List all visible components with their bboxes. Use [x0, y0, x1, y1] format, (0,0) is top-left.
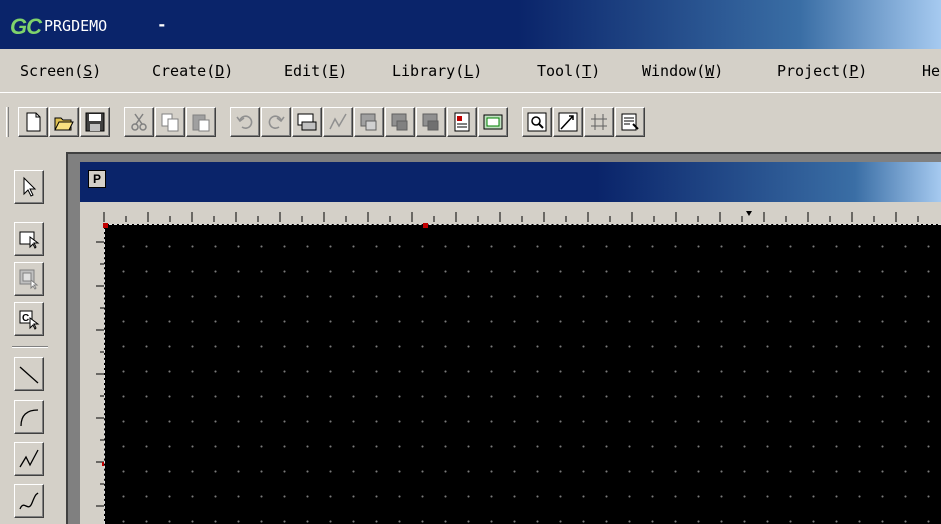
arc-icon: [20, 409, 39, 427]
graph-button[interactable]: [323, 107, 353, 137]
arc-button[interactable]: [14, 400, 44, 434]
save-button[interactable]: [80, 107, 110, 137]
select-arrow-icon: [23, 176, 37, 197]
report-icon: [454, 112, 470, 132]
app-logo: GC: [10, 14, 42, 39]
menu-window[interactable]: Window(W): [642, 62, 723, 80]
toolbar-separator: [12, 346, 48, 348]
design-canvas[interactable]: [104, 224, 941, 524]
menu-create[interactable]: Create(D): [152, 62, 233, 80]
title-separator: -: [157, 15, 167, 34]
copy-icon: [161, 113, 179, 132]
save-icon: [85, 112, 105, 132]
vertical-ruler-ticks: [96, 241, 104, 507]
menu-project[interactable]: Project(P): [777, 62, 867, 80]
screen-switch-button[interactable]: [478, 107, 508, 137]
touch-select-icon: [19, 231, 40, 249]
main-toolbar: [0, 92, 941, 148]
open-folder-icon: [54, 117, 74, 131]
zoom-icon: [527, 112, 547, 132]
list-icon: [621, 113, 639, 131]
trend-button[interactable]: [553, 107, 583, 137]
object-b-icon: [391, 113, 408, 131]
zoom-button[interactable]: [522, 107, 552, 137]
copy-button[interactable]: [155, 107, 185, 137]
menu-help[interactable]: He: [922, 62, 940, 80]
object-c-button[interactable]: [416, 107, 446, 137]
menu-tool[interactable]: Tool(T): [537, 62, 600, 80]
undo-button[interactable]: [230, 107, 260, 137]
trend-icon: [558, 112, 578, 132]
redo-button[interactable]: [261, 107, 291, 137]
menu-edit[interactable]: Edit(E): [284, 62, 347, 80]
grid-icon: [591, 114, 607, 130]
screen-property-button[interactable]: [292, 107, 322, 137]
touch-select-button[interactable]: [14, 222, 44, 256]
curve-icon: [19, 492, 39, 510]
copy-select-button[interactable]: C: [14, 302, 44, 336]
redo-icon: [268, 115, 285, 129]
paste-button[interactable]: [186, 107, 216, 137]
screen-property-icon: [297, 113, 317, 131]
group-select-button[interactable]: [14, 262, 44, 296]
screen-editor-title-bar[interactable]: P: [80, 162, 941, 202]
undo-icon: [236, 115, 253, 129]
horizontal-ruler: [86, 202, 941, 222]
grid-button[interactable]: [584, 107, 614, 137]
svg-text:C: C: [22, 313, 29, 324]
screen-switch-icon: [483, 114, 503, 130]
new-file-button[interactable]: [18, 107, 48, 137]
select-arrow-button[interactable]: [14, 170, 44, 204]
graph-icon: [329, 113, 347, 130]
object-a-icon: [360, 113, 377, 131]
list-button[interactable]: [615, 107, 645, 137]
vertical-ruler: [86, 222, 104, 524]
menu-screen[interactable]: Screen(S): [20, 62, 101, 80]
line-icon: [19, 366, 39, 384]
open-button[interactable]: [49, 107, 79, 137]
window-title: PRGDEMO: [44, 17, 108, 35]
paste-icon: [192, 114, 210, 132]
toolbar-grip[interactable]: [6, 107, 9, 137]
group-select-icon: [19, 269, 39, 290]
polyline-icon: [19, 449, 39, 468]
report-button[interactable]: [447, 107, 477, 137]
line-button[interactable]: [14, 357, 44, 391]
copy-select-icon: C: [19, 310, 40, 330]
curve-button[interactable]: [14, 484, 44, 518]
menu-library[interactable]: Library(L): [392, 62, 482, 80]
cut-button[interactable]: [124, 107, 154, 137]
menu-bar: Screen(S) Create(D) Edit(E) Library(L) T…: [0, 50, 941, 92]
title-bar: GC PRGDEMO -: [0, 0, 941, 49]
new-file-icon: [26, 112, 41, 132]
object-c-icon: [422, 113, 439, 131]
object-a-button[interactable]: [354, 107, 384, 137]
cut-icon: [131, 113, 147, 131]
polyline-button[interactable]: [14, 442, 44, 476]
horizontal-ruler-ticks: [103, 211, 919, 222]
screen-window-icon[interactable]: P: [88, 170, 106, 188]
object-b-button[interactable]: [385, 107, 415, 137]
